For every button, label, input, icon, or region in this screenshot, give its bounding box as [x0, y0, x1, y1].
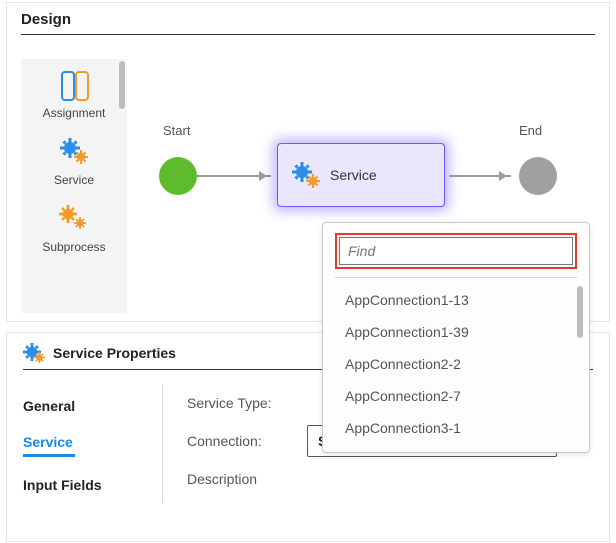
tab-general[interactable]: General: [23, 388, 162, 424]
palette-label: Service: [21, 173, 127, 187]
service-node[interactable]: Service: [277, 143, 445, 207]
palette-item-subprocess[interactable]: Subprocess: [21, 193, 127, 260]
tab-input-fields[interactable]: Input Fields: [23, 467, 162, 503]
dropdown-scrollbar[interactable]: [577, 286, 583, 338]
design-title: Design: [21, 11, 595, 34]
start-label: Start: [163, 123, 190, 138]
service-node-label: Service: [330, 167, 377, 183]
properties-title: Service Properties: [53, 345, 176, 361]
end-label: End: [519, 123, 542, 138]
palette-item-assignment[interactable]: Assignment: [21, 59, 127, 126]
service-icon: [60, 138, 88, 164]
dropdown-item[interactable]: AppConnection2-2: [335, 348, 577, 380]
dropdown-item[interactable]: AppConnection2-7: [335, 380, 577, 412]
edge-service-end[interactable]: [449, 175, 511, 177]
assignment-icon: [59, 71, 89, 97]
dropdown-item[interactable]: AppConnection1-39: [335, 316, 577, 348]
start-node[interactable]: [159, 157, 197, 195]
palette: Assignment Service Subprocess: [21, 59, 127, 313]
properties-tabs: General Service Input Fields: [23, 384, 163, 503]
service-icon: [292, 162, 320, 188]
palette-label: Subprocess: [21, 240, 127, 254]
tab-service[interactable]: Service: [23, 424, 162, 467]
dropdown-list: AppConnection1-13 AppConnection1-39 AppC…: [335, 284, 577, 444]
field-label: Connection:: [187, 433, 307, 449]
design-divider: [21, 34, 595, 35]
tab-label: Input Fields: [23, 477, 102, 493]
edge-start-service[interactable]: [197, 175, 271, 177]
field-label: Service Type:: [187, 395, 307, 411]
dropdown-item[interactable]: AppConnection1-13: [335, 284, 577, 316]
palette-item-service[interactable]: Service: [21, 126, 127, 193]
palette-label: Assignment: [21, 106, 127, 120]
field-label: Description: [187, 471, 307, 487]
palette-scrollbar[interactable]: [119, 61, 125, 109]
tab-label: General: [23, 398, 75, 414]
subprocess-icon: [59, 205, 89, 231]
end-node[interactable]: [519, 157, 557, 195]
dropdown-item[interactable]: AppConnection3-1: [335, 412, 577, 444]
tab-label: Service: [23, 434, 73, 450]
connection-dropdown: AppConnection1-13 AppConnection1-39 AppC…: [322, 222, 590, 453]
find-highlight: [335, 233, 577, 269]
field-description: Description: [187, 460, 593, 498]
service-icon: [23, 343, 45, 363]
find-input[interactable]: [339, 237, 573, 265]
dropdown-divider: [335, 277, 577, 278]
